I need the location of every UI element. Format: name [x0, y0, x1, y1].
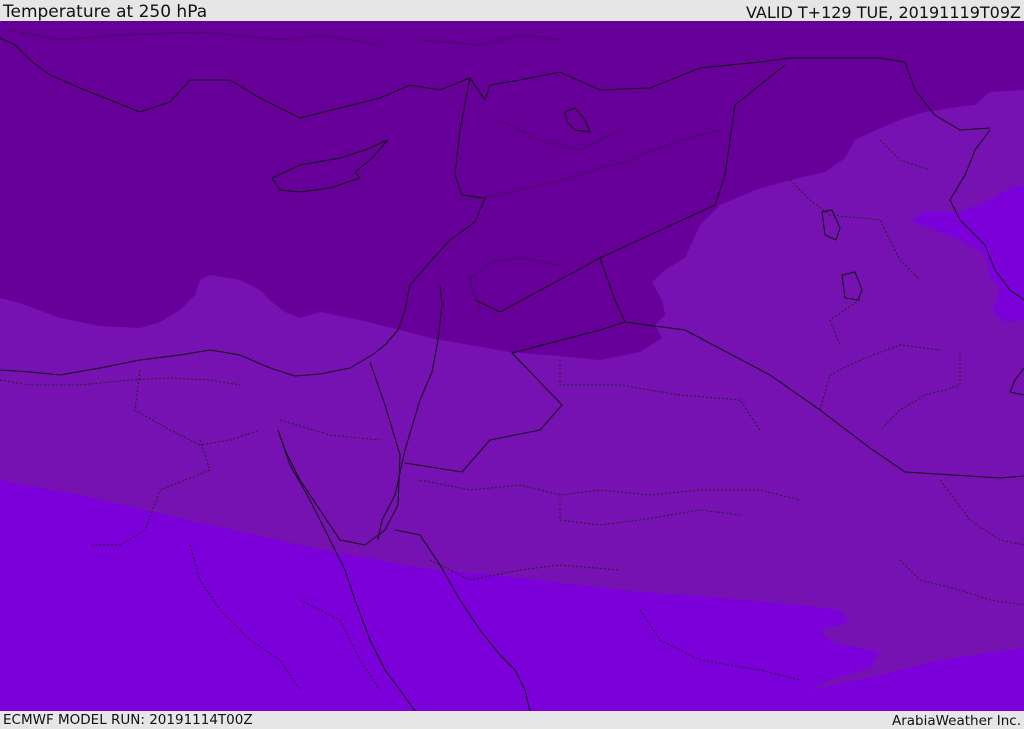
credit-text: ArabiaWeather Inc. — [891, 713, 1021, 729]
valid-time: VALID T+129 TUE, 20191119T09Z — [745, 3, 1021, 22]
model-run: ECMWF MODEL RUN: 20191114T00Z — [3, 712, 253, 728]
weather-map[interactable] — [0, 21, 1024, 711]
footer-bar: ECMWF MODEL RUN: 20191114T00Z ArabiaWeat… — [0, 711, 1024, 729]
header-bar: Temperature at 250 hPa VALID T+129 TUE, … — [0, 0, 1024, 22]
map-title: Temperature at 250 hPa — [3, 2, 208, 22]
